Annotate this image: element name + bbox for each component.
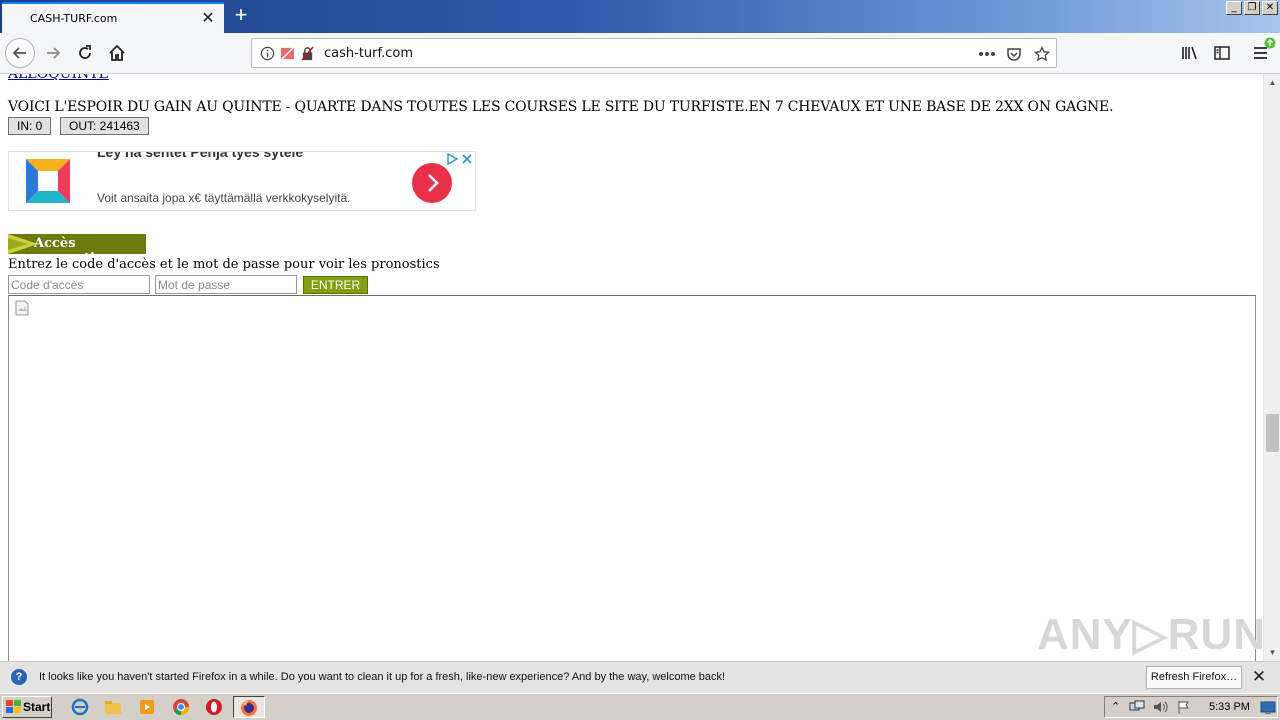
show-desktop-icon[interactable] [1260, 701, 1276, 715]
ad-title: Ley ha sentet Penja tyes sytele [97, 151, 304, 160]
alloquinte-link[interactable]: ALLOQUINTE [8, 74, 109, 82]
start-label: Start [23, 700, 51, 714]
ad-go-button[interactable] [412, 163, 452, 203]
notification-close-icon[interactable]: ✕ [1250, 668, 1268, 686]
page-headline: VOICI L'ESPOIR DU GAIN AU QUINTE - QUART… [8, 99, 1114, 115]
system-tray: ⌃ 5:33 PM [1104, 696, 1278, 718]
pocket-icon[interactable] [1006, 46, 1022, 62]
tray-expand-icon[interactable]: ⌃ [1111, 700, 1120, 713]
home-icon [109, 44, 125, 61]
insecure-lock-icon[interactable] [300, 46, 315, 61]
home-button[interactable] [102, 39, 132, 67]
ad-logo-icon [26, 159, 70, 203]
scroll-down-icon[interactable]: ▼ [1264, 644, 1280, 661]
start-button[interactable]: Start [2, 696, 52, 718]
scrollbar-thumb[interactable] [1266, 414, 1279, 452]
restore-button[interactable]: ❐ [1244, 1, 1260, 15]
firefox-icon [241, 700, 257, 716]
broken-image-icon [15, 300, 29, 316]
refresh-notification-bar: ? It looks like you haven't started Fire… [0, 661, 1280, 693]
internet-explorer-icon[interactable] [70, 698, 90, 716]
adchoices-icon[interactable] [446, 153, 458, 165]
ad-text: Voit ansaita jopa x€ täyttämällä verkkok… [97, 191, 351, 205]
tab-close-icon[interactable]: ✕ [198, 9, 218, 29]
sidebar-icon [1214, 46, 1230, 60]
section-header-acces-pronostics: Accès pronostics [8, 234, 146, 266]
firefox-taskbar-button[interactable] [233, 696, 265, 718]
windows-logo-icon [6, 700, 21, 713]
anyrun-watermark: ANY▷RUN [1037, 610, 1263, 659]
vertical-scrollbar[interactable]: ▲ ▼ [1263, 74, 1280, 661]
chrome-icon[interactable] [171, 698, 191, 716]
new-tab-button[interactable]: + [228, 4, 254, 28]
reload-button[interactable] [70, 39, 100, 67]
tab-strip: CASH-TURF.com ✕ + _ ❐ ✕ [0, 0, 1280, 33]
tab-title: CASH-TURF.com [30, 12, 118, 25]
blocked-content-icon[interactable] [280, 46, 295, 61]
bookmark-star-icon[interactable] [1034, 46, 1050, 62]
access-instructions: Entrez le code d'accès et le mot de pass… [8, 257, 440, 272]
opera-icon[interactable] [204, 698, 224, 716]
back-arrow-icon [12, 47, 26, 59]
counter-out-button[interactable]: OUT: 241463 [60, 117, 149, 135]
scroll-up-icon[interactable]: ▲ [1264, 74, 1280, 91]
sidebar-button[interactable] [1207, 39, 1237, 67]
back-button[interactable] [5, 38, 35, 68]
url-text[interactable]: cash-turf.com [324, 46, 413, 61]
file-explorer-icon[interactable] [103, 698, 123, 716]
page-actions-menu-icon[interactable] [978, 51, 996, 57]
action-center-flag-icon[interactable] [1177, 700, 1191, 714]
notification-text: It looks like you haven't started Firefo… [39, 671, 726, 683]
system-clock: 5:33 PM [1209, 701, 1250, 713]
menu-button[interactable] [1246, 37, 1276, 67]
reload-icon [79, 45, 91, 59]
url-bar[interactable]: cash-turf.com [251, 38, 1057, 68]
close-window-button[interactable]: ✕ [1262, 1, 1278, 15]
library-button[interactable] [1175, 39, 1205, 67]
media-player-icon[interactable] [137, 698, 157, 716]
tab-cash-turf[interactable]: CASH-TURF.com ✕ [2, 2, 224, 33]
info-icon[interactable] [260, 46, 275, 61]
counter-in-button[interactable]: IN: 0 [8, 117, 52, 135]
update-available-icon [1264, 37, 1276, 49]
volume-icon[interactable] [1153, 700, 1169, 714]
password-input[interactable] [155, 275, 297, 294]
chevron-right-icon [428, 174, 439, 192]
windows-taskbar: Start ⌃ 5:33 PM [0, 693, 1280, 720]
refresh-firefox-button[interactable]: Refresh Firefox… [1146, 666, 1242, 689]
forward-button[interactable] [38, 39, 68, 67]
ad-close-icon[interactable] [462, 154, 472, 164]
enter-button[interactable]: ENTRER [303, 276, 368, 294]
access-code-input[interactable] [8, 275, 150, 294]
navigation-toolbar: cash-turf.com [0, 33, 1280, 74]
minimize-button[interactable]: _ [1226, 1, 1242, 15]
pronostics-frame [8, 295, 1256, 661]
network-icon[interactable] [1129, 700, 1145, 714]
library-icon [1182, 46, 1197, 60]
page-content: ALLOQUINTE VOICI L'ESPOIR DU GAIN AU QUI… [0, 74, 1263, 661]
help-icon: ? [11, 669, 27, 685]
forward-arrow-icon [47, 47, 61, 59]
advertisement-banner[interactable]: Ley ha sentet Penja tyes sytele Voit ans… [8, 151, 476, 211]
window-controls: _ ❐ ✕ [1226, 1, 1278, 15]
